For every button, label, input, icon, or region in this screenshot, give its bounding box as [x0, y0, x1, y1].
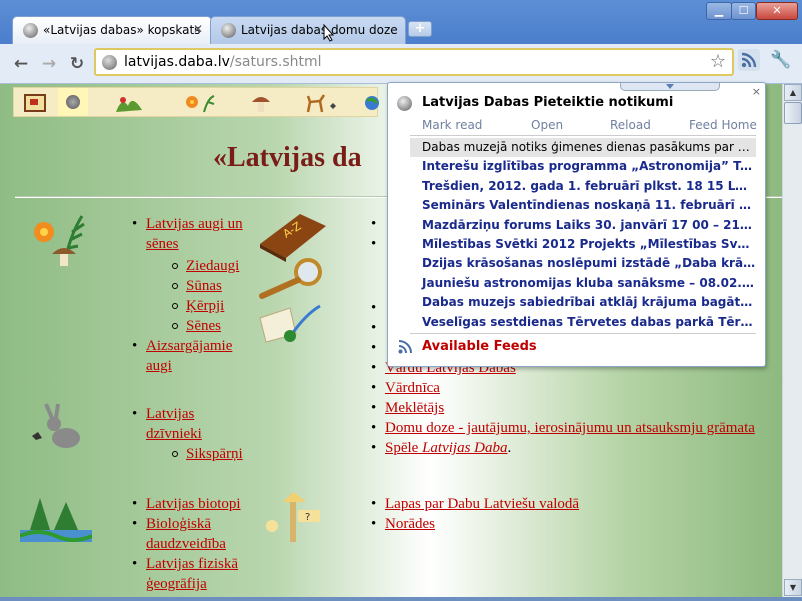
site-favicon-icon [23, 23, 38, 38]
tab-domu-doze[interactable]: Latvijas dabas domu doze [210, 16, 406, 44]
deer-icon[interactable] [302, 92, 338, 114]
feed-item[interactable]: Mazdārziņu forums Laiks 30. janvārī 17 0… [410, 216, 756, 235]
reload-feed-button[interactable]: Reload [610, 118, 651, 132]
feed-items: Dabas muzejā notiks ģimenes dienas pasāk… [410, 138, 756, 332]
available-feeds-link[interactable]: Available Feeds [422, 339, 537, 354]
reload-button[interactable]: ↻ [66, 53, 88, 75]
signpost-picture: ? [266, 492, 320, 542]
mark-read-button[interactable]: Mark read [422, 118, 482, 132]
tab-kopskats[interactable]: «Latvijas dabas» kopskats ✕ [12, 16, 212, 44]
tab-title: Latvijas dabas domu doze [241, 23, 398, 37]
browser-toolbar: ← → ↻ latvijas.daba.lv/saturs.shtml ☆ 🔧 [0, 44, 802, 84]
mushroom-icon[interactable] [250, 92, 272, 114]
link-references[interactable]: Norādes [385, 516, 435, 532]
flower-icon[interactable] [182, 92, 218, 114]
link-protected-plants[interactable]: Aizsargājamie [146, 338, 232, 354]
feed-item[interactable]: Interešu izglītības programma „Astronomi… [410, 157, 756, 176]
scroll-up-arrow-icon[interactable]: ▲ [784, 84, 802, 101]
link-game[interactable]: Spēle Latvijas Daba [385, 440, 508, 456]
url-path: /saturs.shtml [229, 54, 322, 70]
wrench-icon[interactable]: 🔧 [770, 50, 791, 70]
bookmark-star-icon[interactable]: ☆ [710, 51, 726, 72]
feed-item[interactable]: Veselīgas sestdienas Tērvetes dabas park… [410, 313, 756, 332]
feed-title: Latvijas Dabas Pieteiktie notikumi [422, 95, 674, 110]
svg-text:?: ? [305, 512, 310, 523]
open-button[interactable]: Open [531, 118, 563, 132]
moss-icon[interactable] [114, 92, 144, 114]
game-suffix: . [507, 440, 512, 456]
link-ziedaugi[interactable]: Ziedaugi [186, 258, 239, 274]
vertical-scrollbar[interactable]: ▲ ▼ [782, 84, 802, 597]
feed-item[interactable]: Dabas muzejā notiks ģimenes dienas pasāk… [410, 138, 756, 158]
link-kerpji[interactable]: Ķērpji [186, 298, 224, 314]
link-search[interactable]: Meklētājs [385, 400, 444, 416]
rss-feed-icon[interactable] [738, 49, 760, 71]
feed-item[interactable]: Trešdien, 2012. gada 1. februārī plkst. … [410, 177, 756, 196]
title-bar: «Latvijas dabas» kopskats ✕ Latvijas dab… [0, 0, 802, 44]
globe-section-icon[interactable] [364, 92, 380, 114]
feed-item[interactable]: Dzijas krāsošanas noslēpumi izstādē „Dab… [410, 254, 756, 273]
feed-item[interactable]: Jauniešu astronomijas kluba sanāksme – 0… [410, 274, 756, 293]
link-bats[interactable]: Sikspārņi [186, 446, 243, 462]
link-biodiversity-cont[interactable]: daudzveidība [146, 536, 226, 552]
window-bottom-border [0, 597, 802, 601]
link-geography[interactable]: Latvijas fiziskā [146, 556, 238, 572]
close-window-button[interactable]: ✕ [756, 2, 798, 20]
game-title: Latvijas Daba [422, 440, 508, 456]
link-guestbook[interactable]: Domu doze - jautājumu, ierosinājumu un a… [385, 420, 755, 436]
dictionary-book-picture: A-Z [260, 214, 326, 262]
mouse-cursor-icon [323, 24, 335, 42]
home-icon[interactable] [24, 94, 46, 112]
popup-close-icon[interactable]: × [752, 85, 761, 98]
site-icon-bar [13, 87, 380, 117]
feed-site-icon [397, 96, 412, 111]
popup-grip[interactable] [620, 83, 720, 91]
divider [410, 135, 756, 136]
game-prefix: Spēle [385, 440, 423, 456]
feed-home-button[interactable]: Feed Home [689, 118, 757, 132]
plants-picture [34, 215, 85, 266]
selected-section-icon[interactable] [58, 88, 88, 116]
feed-popup: × Latvijas Dabas Pieteiktie notikumi Mar… [387, 82, 766, 367]
link-biotopes[interactable]: Latvijas biotopi [146, 496, 241, 512]
link-senes[interactable]: Sēnes [186, 318, 221, 334]
page-title: «Latvijas da [213, 142, 362, 173]
feed-item[interactable]: Mīlestības Svētki 2012 Projekts „Mīlestī… [410, 235, 756, 254]
maximize-button[interactable]: ☐ [731, 2, 756, 20]
scroll-thumb[interactable] [784, 102, 802, 124]
back-button[interactable]: ← [10, 53, 32, 75]
new-tab-button[interactable]: + [408, 21, 432, 37]
link-animals[interactable]: Latvijas [146, 406, 194, 422]
tab-close-icon[interactable]: ✕ [193, 22, 203, 36]
forward-button[interactable]: → [38, 53, 60, 75]
link-protected-plants-cont[interactable]: augi [146, 358, 172, 374]
feed-item[interactable]: Seminārs Valentīndienas noskaņā 11. febr… [410, 196, 756, 215]
magnifier-picture [259, 258, 322, 299]
minimize-button[interactable]: ▁ [706, 2, 732, 20]
link-biodiversity[interactable]: Bioloģiskā [146, 516, 211, 532]
biotope-picture [20, 498, 92, 542]
link-animals-cont[interactable]: dzīvnieki [146, 426, 202, 442]
address-bar[interactable]: latvijas.daba.lv/saturs.shtml ☆ [94, 48, 734, 76]
url-host: latvijas.daba.lv [124, 54, 230, 70]
divider [410, 333, 756, 334]
link-plants-fungi-cont[interactable]: sēnes [146, 236, 179, 252]
scroll-down-arrow-icon[interactable]: ▼ [784, 579, 802, 596]
link-latvian-pages[interactable]: Lapas par Dabu Latviešu valodā [385, 496, 579, 512]
globe-icon [102, 55, 117, 70]
quill-scroll-picture [259, 304, 321, 343]
rss-icon [398, 340, 412, 354]
link-geography-cont[interactable]: ģeogrāfija [146, 576, 207, 592]
link-plants-fungi[interactable]: Latvijas augi un [146, 216, 243, 232]
link-dictionary[interactable]: Vārdnīca [385, 380, 440, 396]
feed-item[interactable]: Dabas muzejs sabiedrībai atklāj krājuma … [410, 293, 756, 312]
site-favicon-icon [221, 23, 236, 38]
link-sunas[interactable]: Sūnas [186, 278, 222, 294]
tab-title: «Latvijas dabas» kopskats [43, 23, 201, 37]
hare-picture [32, 403, 80, 448]
